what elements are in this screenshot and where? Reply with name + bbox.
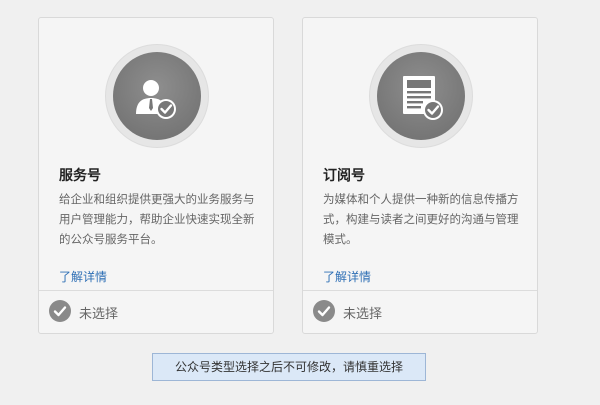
select-checkbox[interactable] <box>49 300 71 322</box>
select-checkbox[interactable] <box>313 300 335 322</box>
card-title: 订阅号 <box>323 168 365 184</box>
check-icon <box>53 306 67 317</box>
type-warning-notice: 公众号类型选择之后不可修改，请慎重选择 <box>152 353 426 381</box>
service-account-badge <box>105 44 209 148</box>
badge-inner-circle <box>377 52 465 140</box>
check-icon <box>317 306 331 317</box>
card-description: 给企业和组织提供更强大的业务服务与用户管理能力，帮助企业快速实现全新的公众号服务… <box>59 192 255 246</box>
selection-status: 未选择 <box>79 307 119 322</box>
subscription-account-card[interactable]: 订阅号 为媒体和个人提供一种新的信息传播方式，构建与读者之间更好的沟通与管理模式… <box>302 17 538 334</box>
card-title: 服务号 <box>59 168 101 184</box>
card-description: 为媒体和个人提供一种新的信息传播方式，构建与读者之间更好的沟通与管理模式。 <box>323 192 519 246</box>
service-account-card[interactable]: 服务号 给企业和组织提供更强大的业务服务与用户管理能力，帮助企业快速实现全新的公… <box>38 17 274 334</box>
card-footer[interactable]: 未选择 <box>39 290 273 333</box>
document-check-icon <box>403 76 443 120</box>
user-check-icon <box>136 80 176 119</box>
subscription-account-badge <box>369 44 473 148</box>
learn-more-link[interactable]: 了解详情 <box>59 268 107 285</box>
card-footer[interactable]: 未选择 <box>303 290 537 333</box>
badge-inner-circle <box>113 52 201 140</box>
selection-status: 未选择 <box>343 307 383 322</box>
learn-more-link[interactable]: 了解详情 <box>323 268 371 285</box>
